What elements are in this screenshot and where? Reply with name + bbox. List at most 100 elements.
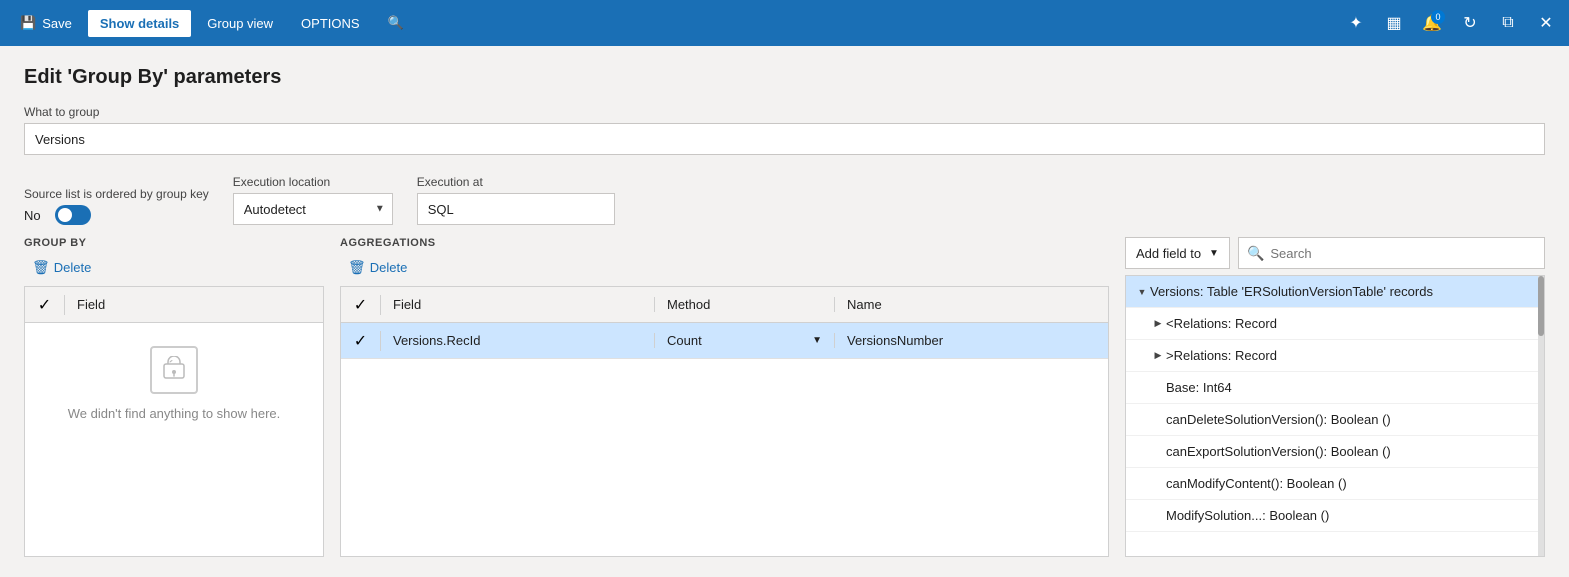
options-button[interactable]: OPTIONS	[289, 10, 372, 37]
tree-item-label: canModifyContent(): Boolean ()	[1166, 476, 1536, 491]
toggle-row: No	[24, 205, 209, 225]
aggregations-panel: AGGREGATIONS 🗑 Delete ✓ Field Method Nam…	[340, 237, 1109, 557]
group-by-field-header: Field	[65, 297, 323, 312]
agg-method-header: Method	[655, 297, 835, 312]
group-by-header: GROUP BY	[24, 237, 324, 249]
scrollbar-thumb[interactable]	[1538, 276, 1544, 336]
tree-item-label: <Relations: Record	[1166, 316, 1536, 331]
agg-row-check: ✓	[341, 331, 381, 351]
tree-expand-icon: ▶	[1150, 318, 1166, 329]
table-row[interactable]: ✓ Versions.RecId Count ▼ VersionsNumber	[341, 323, 1108, 359]
what-to-group-section: What to group	[24, 105, 1545, 155]
tree-item[interactable]: canDeleteSolutionVersion(): Boolean ()	[1126, 404, 1544, 436]
source-list-toggle[interactable]	[55, 205, 91, 225]
tree-item[interactable]: canExportSolutionVersion(): Boolean ()	[1126, 436, 1544, 468]
field-browser: Add field to ▼ 🔍 ▼Versions: Table 'ERSol…	[1125, 237, 1545, 557]
options-label: OPTIONS	[301, 16, 360, 31]
execution-location-wrapper: Autodetect SQL Memory ▼	[233, 193, 393, 225]
save-label: Save	[42, 16, 72, 31]
office-icon-btn[interactable]: ▦	[1379, 8, 1409, 38]
notification-badge: 0	[1431, 10, 1445, 24]
add-field-button[interactable]: Add field to ▼	[1125, 237, 1230, 269]
trash-icon: 🗑	[32, 259, 50, 276]
aggregations-delete-label: Delete	[370, 260, 408, 275]
tree-expand-icon: ▶	[1150, 350, 1166, 361]
aggregations-table-header: ✓ Field Method Name	[341, 287, 1108, 323]
aggregations-toolbar: 🗑 Delete	[340, 255, 1109, 280]
search-box[interactable]: 🔍	[1238, 237, 1545, 269]
main-content: Edit 'Group By' parameters What to group…	[0, 46, 1569, 577]
search-button-title[interactable]: 🔍	[376, 9, 416, 37]
toggle-value-text: No	[24, 208, 41, 223]
show-details-button[interactable]: Show details	[88, 10, 191, 37]
tree-expand-icon: ▼	[1134, 287, 1150, 297]
group-view-button[interactable]: Group view	[195, 10, 285, 37]
tree-item-label: >Relations: Record	[1166, 348, 1536, 363]
show-details-label: Show details	[100, 16, 179, 31]
chevron-down-add-icon: ▼	[1209, 248, 1219, 259]
tree-item[interactable]: ModifySolution...: Boolean ()	[1126, 500, 1544, 532]
execution-location-select[interactable]: Autodetect SQL Memory	[233, 193, 393, 225]
tree-item[interactable]: ▶>Relations: Record	[1126, 340, 1544, 372]
checkmark-icon: ✓	[38, 295, 51, 315]
group-by-check-header: ✓	[25, 295, 65, 315]
source-list-label: Source list is ordered by group key	[24, 187, 209, 201]
tree-item[interactable]: ▶<Relations: Record	[1126, 308, 1544, 340]
restore-btn[interactable]: ⧉	[1493, 8, 1523, 38]
close-icon: ✕	[1539, 13, 1552, 33]
group-by-empty-message: We didn't find anything to show here.	[68, 406, 281, 421]
group-by-table-header: ✓ Field	[25, 287, 323, 323]
group-by-delete-button[interactable]: 🗑 Delete	[24, 255, 99, 280]
empty-state-icon	[150, 346, 198, 394]
sparkle-icon: ✦	[1349, 13, 1362, 33]
notification-btn[interactable]: 🔔 0	[1417, 8, 1447, 38]
group-by-toolbar: 🗑 Delete	[24, 255, 324, 280]
trash-icon-agg: 🗑	[348, 259, 366, 276]
agg-checkmark-icon: ✓	[354, 295, 367, 315]
save-icon: 💾	[20, 15, 36, 31]
save-button[interactable]: 💾 Save	[8, 9, 84, 37]
scrollbar[interactable]	[1538, 276, 1544, 556]
tree-item-label: Base: Int64	[1166, 380, 1536, 395]
title-bar: 💾 Save Show details Group view OPTIONS 🔍…	[0, 0, 1569, 46]
search-icon-title: 🔍	[388, 15, 404, 31]
what-to-group-label: What to group	[24, 105, 1545, 119]
refresh-icon: ↻	[1463, 13, 1476, 33]
execution-location-group: Execution location Autodetect SQL Memory…	[233, 175, 393, 225]
add-field-label: Add field to	[1136, 246, 1201, 261]
search-icon: 🔍	[1247, 245, 1264, 262]
group-by-empty-state: We didn't find anything to show here.	[25, 323, 323, 443]
method-value: Count	[667, 333, 702, 348]
tree-item-label: ModifySolution...: Boolean ()	[1166, 508, 1536, 523]
agg-row-method[interactable]: Count ▼	[655, 333, 835, 348]
tree-item-label: canDeleteSolutionVersion(): Boolean ()	[1166, 412, 1536, 427]
group-by-panel: GROUP BY 🗑 Delete ✓ Field	[24, 237, 324, 557]
tree-item[interactable]: canModifyContent(): Boolean ()	[1126, 468, 1544, 500]
agg-row-name: VersionsNumber	[835, 333, 1108, 348]
aggregations-delete-button[interactable]: 🗑 Delete	[340, 255, 415, 280]
execution-at-label: Execution at	[417, 175, 615, 189]
page-title: Edit 'Group By' parameters	[24, 66, 1545, 89]
refresh-btn[interactable]: ↻	[1455, 8, 1485, 38]
tree-item[interactable]: Base: Int64	[1126, 372, 1544, 404]
tree-item[interactable]: ▼Versions: Table 'ERSolutionVersionTable…	[1126, 276, 1544, 308]
search-input[interactable]	[1270, 246, 1536, 261]
tree-item-label: canExportSolutionVersion(): Boolean ()	[1166, 444, 1536, 459]
execution-at-group: Execution at	[417, 175, 615, 225]
method-dropdown-icon: ▼	[812, 335, 822, 346]
restore-icon: ⧉	[1502, 14, 1513, 32]
what-to-group-input[interactable]	[24, 123, 1545, 155]
agg-row-field: Versions.RecId	[381, 333, 655, 348]
agg-field-header: Field	[381, 297, 655, 312]
sparkle-icon-btn[interactable]: ✦	[1341, 8, 1371, 38]
agg-name-header: Name	[835, 297, 1108, 312]
group-by-delete-label: Delete	[54, 260, 92, 275]
form-row: Source list is ordered by group key No E…	[24, 175, 1545, 225]
aggregations-header: AGGREGATIONS	[340, 237, 1109, 249]
close-btn[interactable]: ✕	[1531, 8, 1561, 38]
field-browser-toolbar: Add field to ▼ 🔍	[1125, 237, 1545, 269]
execution-at-input[interactable]	[417, 193, 615, 225]
row-checkmark-icon: ✓	[354, 331, 367, 351]
source-list-group: Source list is ordered by group key No	[24, 187, 209, 225]
office-icon: ▦	[1386, 13, 1401, 33]
